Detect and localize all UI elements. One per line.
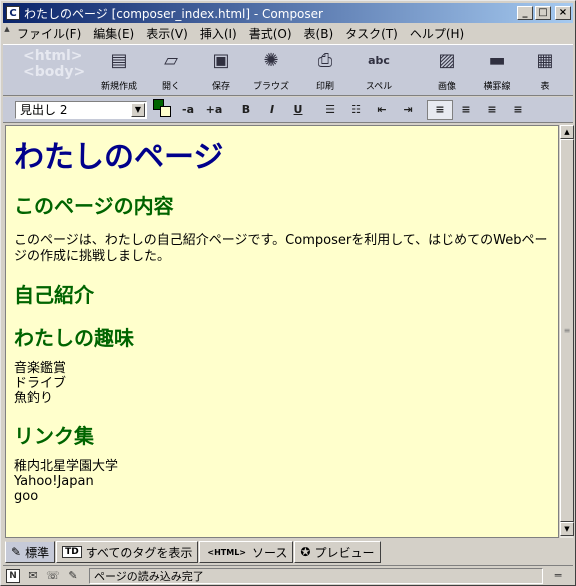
- browse-icon: ✺: [263, 49, 279, 71]
- save-icon: ▣: [212, 49, 230, 71]
- increase-font-button[interactable]: +a: [201, 100, 227, 120]
- editor-area[interactable]: わたしのページ このページの内容 このページは、わたしの自己紹介ページです。Co…: [5, 125, 559, 538]
- composition-toolbar: <html> <body> ▤ 新規作成 ▱ 開く ▣ 保存 ✺ ブラウズ ⎙ …: [3, 44, 573, 96]
- print-icon: ⎙: [317, 49, 333, 71]
- link-item[interactable]: Yahoo!Japan: [14, 474, 550, 489]
- underline-button[interactable]: U: [285, 100, 311, 120]
- indent-icon[interactable]: ⇥: [395, 100, 421, 120]
- page-heading: わたしのページ: [14, 140, 224, 175]
- tab-normal[interactable]: ✎ 標準: [5, 541, 56, 563]
- menu-grip-icon[interactable]: ▲: [3, 25, 11, 43]
- tab-show-all-tags[interactable]: TD すべてのタグを表示: [56, 541, 199, 563]
- menu-edit[interactable]: 編集(E): [87, 25, 140, 43]
- table-button[interactable]: ▦ 表: [519, 47, 571, 95]
- image-icon: ▨: [438, 49, 456, 71]
- menu-tasks[interactable]: タスク(T): [339, 25, 404, 43]
- scroll-down-icon[interactable]: ▼: [560, 522, 574, 536]
- status-text: ページの読み込み完了: [89, 567, 543, 584]
- tab-preview[interactable]: ✪ プレビュー: [294, 541, 381, 563]
- vertical-scrollbar[interactable]: ▲ ≡ ▼: [559, 125, 574, 538]
- list-item: ドライブ: [14, 376, 67, 391]
- link-list: 稚内北星学園大学 Yahoo!Japan goo: [14, 459, 550, 504]
- link-item[interactable]: 稚内北星学園大学: [14, 459, 550, 474]
- align-left-icon[interactable]: ≡: [427, 99, 453, 120]
- intro-paragraph: このページは、わたしの自己紹介ページです。Composerを利用して、はじめての…: [14, 233, 548, 264]
- hobby-list: 音楽鑑賞 ドライブ 魚釣り: [14, 361, 550, 406]
- menu-file[interactable]: ファイル(F): [11, 25, 87, 43]
- paragraph-style-value: 見出し 2: [20, 103, 68, 117]
- outdent-icon[interactable]: ⇤: [369, 100, 395, 120]
- section-heading-links: リンク集: [14, 424, 94, 448]
- section-heading-profile: 自己紹介: [14, 283, 94, 307]
- close-icon[interactable]: ×: [555, 6, 571, 20]
- address-book-icon[interactable]: ☏: [43, 568, 63, 584]
- composer-icon: C: [6, 6, 20, 20]
- italic-button[interactable]: I: [259, 100, 285, 120]
- paragraph-style-select[interactable]: 見出し 2 ▼: [15, 100, 147, 119]
- scroll-up-icon[interactable]: ▲: [560, 125, 574, 139]
- align-right-icon[interactable]: ≡: [479, 100, 505, 120]
- format-toolbar: 見出し 2 ▼ -a +a B I U ☰ ☷ ⇤ ⇥ ≡ ≡ ≡ ≡: [3, 97, 573, 123]
- maximize-icon[interactable]: □: [535, 6, 551, 20]
- numbered-list-icon[interactable]: ☷: [343, 100, 369, 120]
- menu-format[interactable]: 書式(O): [243, 25, 298, 43]
- image-button[interactable]: ▨ 画像: [421, 47, 473, 95]
- section-heading-contents: このページの内容: [14, 194, 174, 218]
- spell-icon: abc: [368, 53, 390, 67]
- open-icon: ▱: [164, 49, 178, 71]
- bullet-list-icon[interactable]: ☰: [317, 100, 343, 120]
- minimize-icon[interactable]: _: [517, 6, 533, 20]
- new-icon: ▤: [110, 49, 128, 71]
- align-justify-icon[interactable]: ≡: [505, 100, 531, 120]
- window-title: わたしのページ [composer_index.html] - Composer: [24, 6, 323, 21]
- align-center-icon[interactable]: ≡: [453, 100, 479, 120]
- menu-view[interactable]: 表示(V): [140, 25, 194, 43]
- open-button[interactable]: ▱ 開く: [145, 47, 197, 95]
- list-item: 魚釣り: [14, 391, 54, 406]
- menu-table[interactable]: 表(B): [298, 25, 340, 43]
- link-item[interactable]: goo: [14, 489, 550, 504]
- list-item: 音楽鑑賞: [14, 361, 67, 376]
- navigator-icon[interactable]: N: [6, 568, 20, 583]
- background-color-swatch[interactable]: [160, 105, 171, 117]
- edit-mode-tabs: ✎ 標準 TD すべてのタグを表示 <HTML> ソース ✪ プレビュー: [5, 541, 571, 563]
- chevron-down-icon[interactable]: ▼: [131, 102, 145, 117]
- hr-icon: ▬: [488, 49, 506, 71]
- status-bar: N ✉ ☏ ✎ ページの読み込み完了 ═: [3, 565, 573, 585]
- menu-bar: ▲ ファイル(F) 編集(E) 表示(V) 挿入(I) 書式(O) 表(B) タ…: [3, 25, 573, 43]
- status-grip-icon: ═: [554, 569, 562, 582]
- pencil-icon: ✎: [11, 545, 22, 559]
- tag-icon: TD: [62, 546, 82, 558]
- save-button[interactable]: ▣ 保存: [195, 47, 247, 95]
- menu-help[interactable]: ヘルプ(H): [404, 25, 470, 43]
- mail-icon[interactable]: ✉: [23, 568, 43, 584]
- composer-window: C わたしのページ [composer_index.html] - Compos…: [0, 0, 576, 586]
- title-bar[interactable]: C わたしのページ [composer_index.html] - Compos…: [3, 3, 573, 23]
- browse-button[interactable]: ✺ ブラウズ: [245, 47, 297, 95]
- html-logo: <html> <body>: [23, 48, 86, 80]
- menu-insert[interactable]: 挿入(I): [194, 25, 243, 43]
- html-icon: <HTML>: [207, 547, 247, 557]
- table-icon: ▦: [536, 49, 554, 71]
- section-heading-hobby: わたしの趣味: [14, 326, 134, 350]
- hr-button[interactable]: ▬ 横罫線: [471, 47, 523, 95]
- new-button[interactable]: ▤ 新規作成: [93, 47, 145, 95]
- tab-source[interactable]: <HTML> ソース: [199, 541, 294, 563]
- spell-button[interactable]: abc スペル: [353, 47, 405, 95]
- composer-icon[interactable]: ✎: [63, 568, 83, 584]
- decrease-font-button[interactable]: -a: [175, 100, 201, 120]
- bold-button[interactable]: B: [233, 100, 259, 120]
- color-picker[interactable]: [153, 98, 175, 121]
- print-button[interactable]: ⎙ 印刷: [299, 47, 351, 95]
- scroll-thumb[interactable]: ≡: [560, 139, 574, 522]
- preview-icon: ✪: [300, 545, 311, 559]
